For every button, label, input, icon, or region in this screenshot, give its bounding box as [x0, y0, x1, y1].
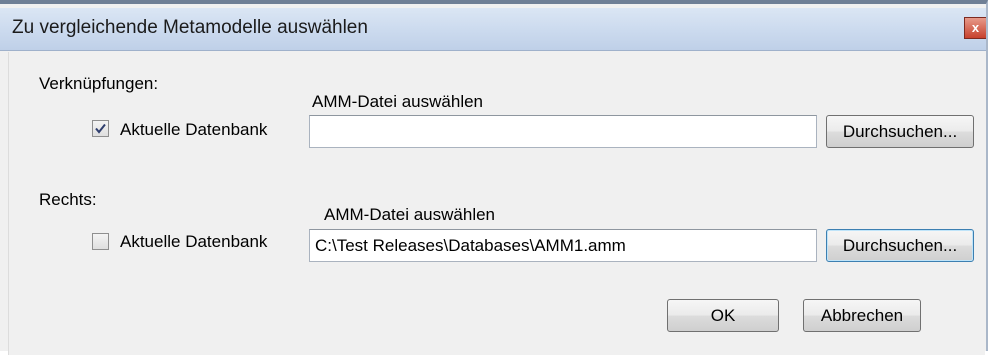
right-browse-button[interactable]: Durchsuchen... [826, 229, 974, 262]
close-button[interactable]: x [964, 17, 986, 39]
checkmark-icon [95, 123, 106, 134]
ok-button[interactable]: OK [667, 299, 779, 332]
left-group-heading: Verknüpfungen: [39, 74, 159, 93]
right-current-db-label[interactable]: Aktuelle Datenbank [120, 232, 267, 252]
right-file-label: AMM-Datei auswählen [324, 205, 496, 224]
right-current-db-checkbox[interactable] [92, 233, 109, 250]
left-browse-button[interactable]: Durchsuchen... [826, 115, 974, 148]
title-bar[interactable]: Zu vergleichende Metamodelle auswählen x [0, 8, 986, 51]
dialog-title: Zu vergleichende Metamodelle auswählen [12, 17, 368, 38]
close-icon: x [971, 20, 980, 35]
compare-metamodels-dialog: Zu vergleichende Metamodelle auswählen x… [0, 0, 988, 355]
left-current-db-label[interactable]: Aktuelle Datenbank [120, 120, 267, 140]
cancel-button[interactable]: Abbrechen [803, 299, 921, 332]
left-current-db-checkbox[interactable] [92, 120, 109, 137]
right-group-heading: Rechts: [39, 190, 97, 209]
left-file-input[interactable] [309, 115, 817, 148]
left-file-label: AMM-Datei auswählen [312, 92, 484, 111]
dialog-body: Verknüpfungen: Aktuelle Datenbank AMM-Da… [8, 52, 985, 355]
right-file-input[interactable]: C:\Test Releases\Databases\AMM1.amm [309, 229, 817, 262]
